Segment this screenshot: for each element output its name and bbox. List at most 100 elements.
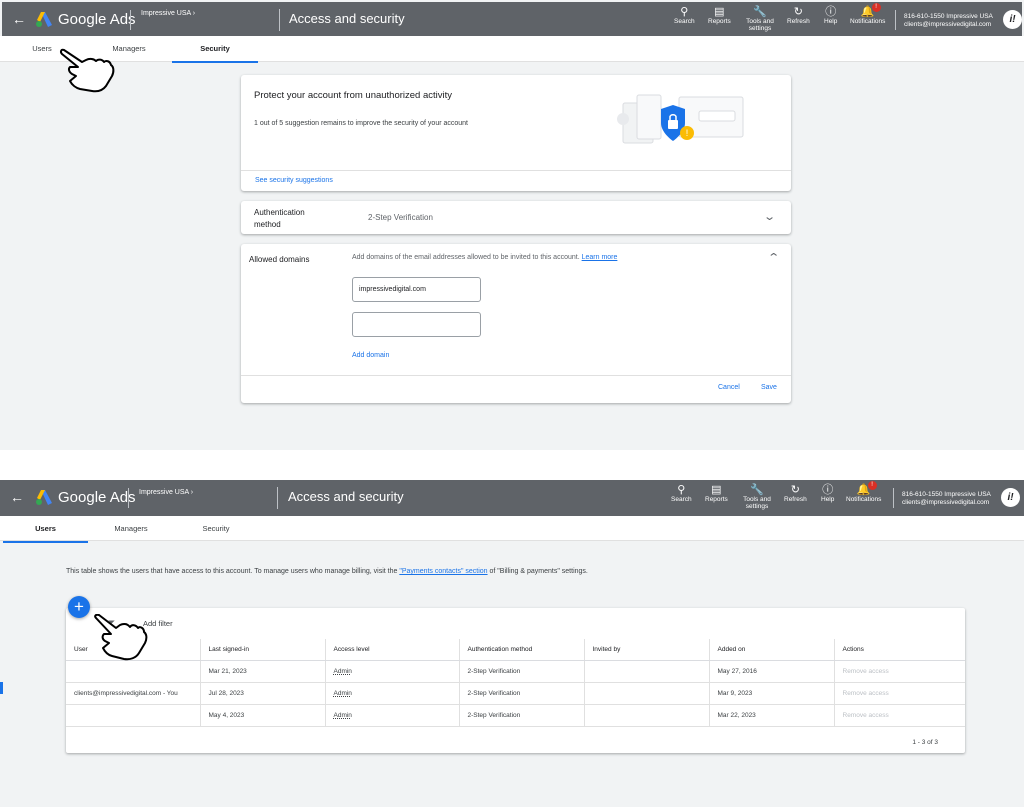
table-row: clients@impressivedigital.com - You Jul … <box>66 682 965 705</box>
reports-tool[interactable]: ▤ Reports <box>708 6 731 25</box>
remove-access-button[interactable]: Remove access <box>843 690 889 697</box>
cancel-button[interactable]: Cancel <box>718 384 740 391</box>
save-button[interactable]: Save <box>761 384 777 391</box>
cell-last-signed-in: May 4, 2023 <box>200 704 326 727</box>
divider <box>895 10 896 30</box>
tools-label: Tools and settings <box>746 18 774 32</box>
chevron-right-icon: › <box>192 10 196 17</box>
cell-user <box>66 704 201 727</box>
svg-text:!: ! <box>686 128 689 138</box>
help-tool[interactable]: ⓘ Help <box>821 484 834 503</box>
cell-invited-by <box>584 704 710 727</box>
access-level-link[interactable]: Admin <box>334 712 352 719</box>
search-tool[interactable]: ⚲ Search <box>671 484 692 503</box>
cell-user <box>66 660 201 683</box>
authentication-method-row[interactable]: Authentication method 2-Step Verification… <box>241 201 791 234</box>
refresh-icon: ↻ <box>790 484 800 496</box>
google-ads-logo <box>36 490 52 505</box>
users-intro-text: This table shows the users that have acc… <box>66 568 588 575</box>
notifications-label: Notifications <box>850 18 886 25</box>
notification-badge: ! <box>867 481 877 490</box>
reports-tool[interactable]: ▤ Reports <box>705 484 728 503</box>
chevron-right-icon: › <box>190 489 194 496</box>
tools-label: Tools and settings <box>743 496 771 510</box>
remove-access-button[interactable]: Remove access <box>843 668 889 675</box>
cell-auth-method: 2-Step Verification <box>459 682 585 705</box>
avatar[interactable]: i! <box>1001 488 1020 507</box>
top-bar: ← Google Ads Impressive USA › Access and… <box>2 2 1022 36</box>
tab-security[interactable]: Security <box>192 516 240 542</box>
search-icon: ⚲ <box>680 6 689 18</box>
user-email: clients@impressivedigital.com <box>902 499 990 506</box>
pagination-text: 1 - 3 of 3 <box>912 739 938 746</box>
access-level-link[interactable]: Admin <box>334 690 352 697</box>
allowed-domains-label: Allowed domains <box>249 255 310 264</box>
users-table-card: ⏷ Add filter User Last signed-in Access … <box>66 608 965 753</box>
add-domain-link[interactable]: Add domain <box>352 352 389 359</box>
user-account-line: 816-610-1550 Impressive USA <box>904 13 993 20</box>
notifications-label: Notifications <box>846 496 882 503</box>
refresh-icon: ↻ <box>793 6 803 18</box>
remove-access-button[interactable]: Remove access <box>843 712 889 719</box>
tools-settings-tool[interactable]: 🔧 Tools and settings <box>739 484 775 510</box>
domain-input[interactable]: impressivedigital.com <box>352 277 481 302</box>
cell-auth-method: 2-Step Verification <box>459 704 585 727</box>
tab-bar: Users Managers Security <box>0 516 1024 543</box>
scroll-indicator <box>0 682 3 694</box>
learn-more-link[interactable]: Learn more <box>582 254 618 261</box>
security-screenshot: ← Google Ads Impressive USA › Access and… <box>0 0 1024 450</box>
add-user-button[interactable]: + <box>68 596 90 618</box>
user-info[interactable]: 816-610-1550 Impressive USA clients@impr… <box>902 491 991 507</box>
refresh-tool[interactable]: ↻ Refresh <box>787 6 810 25</box>
avatar[interactable]: i! <box>1003 10 1022 29</box>
search-tool[interactable]: ⚲ Search <box>674 6 695 25</box>
column-header-last-signed-in[interactable]: Last signed-in <box>200 639 326 661</box>
cell-user: clients@impressivedigital.com - You <box>66 682 201 705</box>
authentication-method-value: 2-Step Verification <box>368 213 433 222</box>
cell-invited-by <box>584 660 710 683</box>
account-selector[interactable]: Impressive USA › <box>141 10 195 17</box>
cell-invited-by <box>584 682 710 705</box>
table-header-row: User Last signed-in Access level Authent… <box>66 639 965 661</box>
top-bar: ← Google Ads Impressive USA › Access and… <box>0 480 1024 516</box>
help-label: Help <box>821 496 835 503</box>
tab-managers[interactable]: Managers <box>106 516 156 542</box>
help-label: Help <box>824 18 838 25</box>
account-name: Impressive USA <box>139 489 189 496</box>
domain-input-empty[interactable] <box>352 312 481 337</box>
allowed-domains-description: Add domains of the email addresses allow… <box>352 254 618 261</box>
refresh-tool[interactable]: ↻ Refresh <box>784 484 807 503</box>
search-label: Search <box>671 496 692 503</box>
back-arrow-icon[interactable]: ← <box>12 11 26 27</box>
search-icon: ⚲ <box>677 484 686 496</box>
column-header-authentication-method[interactable]: Authentication method <box>459 639 585 661</box>
account-selector[interactable]: Impressive USA › <box>139 489 193 496</box>
tab-security[interactable]: Security <box>172 36 258 63</box>
help-icon: ⓘ <box>825 6 837 18</box>
notifications-tool[interactable]: 🔔! Notifications <box>850 3 886 25</box>
user-account-line: 816-610-1550 Impressive USA <box>902 491 991 498</box>
divider <box>128 488 129 508</box>
column-header-access-level[interactable]: Access level <box>325 639 460 661</box>
user-email: clients@impressivedigital.com <box>904 21 992 28</box>
help-tool[interactable]: ⓘ Help <box>824 6 837 25</box>
column-header-added-on[interactable]: Added on <box>709 639 835 661</box>
user-info[interactable]: 816-610-1550 Impressive USA clients@impr… <box>904 13 993 29</box>
tab-users[interactable]: Users <box>3 516 88 543</box>
help-icon: ⓘ <box>822 484 834 496</box>
chevron-down-icon[interactable]: ⌄ <box>763 210 776 223</box>
tools-settings-tool[interactable]: 🔧 Tools and settings <box>742 6 778 32</box>
tab-bar: Users Managers Security <box>0 36 1024 63</box>
tab-users[interactable]: Users <box>22 36 62 62</box>
notifications-tool[interactable]: 🔔! Notifications <box>846 481 882 503</box>
see-security-suggestions-link[interactable]: See security suggestions <box>255 177 333 184</box>
notification-badge: ! <box>871 3 881 12</box>
access-level-link[interactable]: Admin <box>334 668 352 675</box>
users-screenshot: ← Google Ads Impressive USA › Access and… <box>0 480 1024 807</box>
payments-contacts-link[interactable]: "Payments contacts" section <box>399 568 487 575</box>
column-header-invited-by[interactable]: Invited by <box>584 639 710 661</box>
bell-icon: 🔔! <box>857 481 877 496</box>
chevron-up-icon[interactable]: ⌄ <box>767 250 780 263</box>
pointing-hand-icon <box>94 614 148 661</box>
back-arrow-icon[interactable]: ← <box>10 489 24 505</box>
